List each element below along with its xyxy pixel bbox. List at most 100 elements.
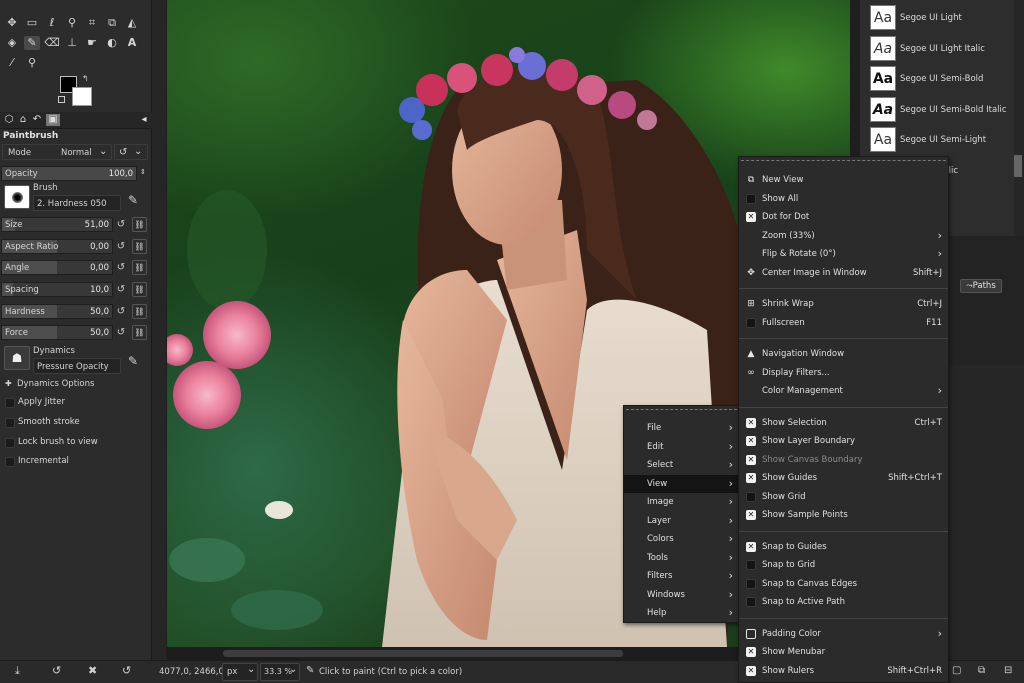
menu-item-fullscreen[interactable]: Fullscreen F11 (739, 314, 948, 332)
menu-item-show-sample-points[interactable]: ✕ Show Sample Points (739, 506, 948, 524)
menu-item-show-rulers[interactable]: ✕ Show Rulers Shift+Ctrl+R (739, 662, 948, 680)
unit-select[interactable]: px ⌄ (222, 663, 258, 681)
fonts-scroll-thumb[interactable] (1014, 155, 1022, 177)
menu-item-snap-to-grid[interactable]: Snap to Grid (739, 556, 948, 574)
smudge-tool-icon[interactable]: ☛ (84, 36, 100, 50)
menu-item-filters[interactable]: Filters › (624, 567, 739, 585)
menu-item-snap-to-active-path[interactable]: Snap to Active Path (739, 593, 948, 611)
menu-item-file[interactable]: File › (624, 419, 739, 437)
color-picker-tool-icon[interactable]: ⁄ (4, 56, 20, 70)
menu-item-flip-rotate-0[interactable]: Flip & Rotate (0°) › (739, 245, 948, 263)
reset-icon[interactable]: ↺ (115, 218, 127, 232)
menu-item-show-menubar[interactable]: ✕ Show Menubar (739, 643, 948, 661)
reset-options-icon[interactable]: ↺ (122, 664, 131, 677)
dynamics-options-expander[interactable]: Dynamics Options (17, 379, 94, 389)
menu-item-show-layer-boundary[interactable]: ✕ Show Layer Boundary (739, 432, 948, 450)
text-tool-icon[interactable]: A (124, 36, 140, 50)
menu-item-show-all[interactable]: Show All (739, 190, 948, 208)
menu-item-layer[interactable]: Layer › (624, 512, 739, 530)
dynamics-name-field[interactable]: Pressure Opacity (33, 358, 121, 374)
checkbox[interactable] (5, 438, 15, 448)
expand-icon[interactable]: ✚ (5, 379, 12, 388)
menu-item-new-view[interactable]: ⧉ New View (739, 171, 948, 189)
menu-item-zoom-33[interactable]: Zoom (33%) › (739, 227, 948, 245)
warp-tool-icon[interactable]: ◭ (124, 16, 140, 30)
dock-menu-icon[interactable]: ◂ (138, 114, 150, 126)
duplicate-icon[interactable]: ⧉ (978, 665, 985, 676)
zoom-select[interactable]: 33.3 % ⌄ (260, 663, 300, 681)
menu-item-help[interactable]: Help › (624, 604, 739, 622)
menu-item-windows[interactable]: Windows › (624, 586, 739, 604)
link-icon[interactable]: ⛓ (132, 239, 147, 254)
fuzzy-select-tool-icon[interactable]: ⚲ (64, 16, 80, 30)
link-icon[interactable]: ⛓ (132, 217, 147, 232)
slider-size[interactable]: Size 51,00 (1, 217, 113, 232)
zoom-tool-icon[interactable]: ⚲ (24, 56, 40, 70)
transform-tool-icon[interactable]: ⧉ (104, 16, 120, 30)
clone-tool-icon[interactable]: ⊥ (64, 36, 80, 50)
lasso-tool-icon[interactable]: ℓ (44, 16, 60, 30)
slider-hardness[interactable]: Hardness 50,0 (1, 304, 113, 319)
new-layer-icon[interactable]: ▢ (952, 665, 961, 676)
checkbox[interactable] (5, 418, 15, 428)
link-icon[interactable]: ⛓ (132, 260, 147, 275)
checkbox[interactable] (5, 457, 15, 467)
restore-preset-icon[interactable]: ↺ (52, 664, 61, 677)
tab-paths[interactable]: ⤳Paths (960, 279, 1002, 293)
brush-preview[interactable] (4, 185, 30, 209)
menu-item-view[interactable]: View › (624, 474, 739, 493)
reset-colors-icon[interactable] (58, 96, 65, 103)
menu-item-tools[interactable]: Tools › (624, 549, 739, 567)
horizontal-scroll-thumb[interactable] (223, 650, 623, 657)
brush-name-field[interactable]: 2. Hardness 050 (33, 195, 121, 211)
opacity-slider[interactable]: Opacity 100,0 (1, 166, 137, 181)
move-tool-icon[interactable]: ✥ (4, 16, 20, 30)
slider-force[interactable]: Force 50,0 (1, 325, 113, 340)
menu-item-show-selection[interactable]: ✕ Show Selection Ctrl+T (739, 414, 948, 432)
tear-off-line[interactable] (626, 409, 737, 410)
reset-icon[interactable]: ↺ (115, 261, 127, 275)
dodge-burn-tool-icon[interactable]: ◐ (104, 36, 120, 50)
menu-item-display-filters[interactable]: ∞ Display Filters... (739, 364, 948, 382)
menu-item-color-management[interactable]: Color Management › (739, 382, 948, 400)
fonts-scrollbar[interactable] (1014, 0, 1024, 236)
font-list-item[interactable]: Aa Segoe UI Light Italic (870, 34, 1020, 63)
reset-icon[interactable]: ↺ (115, 283, 127, 297)
menu-item-edit[interactable]: Edit › (624, 438, 739, 456)
swap-colors-icon[interactable]: ↰ (82, 74, 89, 83)
rect-select-tool-icon[interactable]: ▭ (24, 16, 40, 30)
undo-history-tab-icon[interactable]: ↶ (31, 114, 43, 126)
font-list-item[interactable]: Aa Segoe UI Semi-Bold (870, 64, 1020, 93)
images-tab-icon[interactable]: ▣ (46, 114, 60, 126)
menu-item-snap-to-guides[interactable]: ✕ Snap to Guides (739, 538, 948, 556)
menu-item-snap-to-canvas-edges[interactable]: Snap to Canvas Edges (739, 575, 948, 593)
font-list-item[interactable]: Aa Segoe UI Light (870, 3, 1020, 32)
checkbox[interactable] (5, 398, 15, 408)
menu-item-show-guides[interactable]: ✕ Show Guides Shift+Ctrl+T (739, 469, 948, 487)
background-color-swatch[interactable] (72, 87, 92, 106)
menu-item-padding-color[interactable]: Padding Color › (739, 625, 948, 643)
tear-off-line[interactable] (741, 160, 946, 161)
paintbrush-tool-icon[interactable]: ✎ (24, 36, 40, 50)
menu-item-shrink-wrap[interactable]: ⊞ Shrink Wrap Ctrl+J (739, 295, 948, 313)
device-status-tab-icon[interactable]: ⌂ (17, 114, 29, 126)
link-icon[interactable]: ⛓ (132, 325, 147, 340)
link-icon[interactable]: ⛓ (132, 282, 147, 297)
crop-tool-icon[interactable]: ⌗ (84, 16, 100, 30)
reset-icon[interactable]: ↺ (115, 240, 127, 254)
spin-arrows-icon[interactable]: ⇕ (140, 168, 146, 176)
edit-dynamics-icon[interactable]: ✎ (128, 354, 138, 368)
menu-item-dot-for-dot[interactable]: ✕ Dot for Dot (739, 208, 948, 226)
mode-select[interactable]: Mode Normal ⌄ (2, 144, 112, 160)
edit-brush-icon[interactable]: ✎ (128, 193, 138, 207)
dynamics-preview-icon[interactable]: ☗ (4, 346, 30, 370)
menu-item-image[interactable]: Image › (624, 493, 739, 511)
reset-mode-button[interactable]: ↺ ⌄ (114, 144, 148, 160)
menu-item-select[interactable]: Select › (624, 456, 739, 474)
toolbox-scrollbar[interactable] (152, 0, 166, 660)
delete-icon[interactable]: ⊟ (1004, 665, 1012, 676)
tool-options-tab-icon[interactable]: ⬡ (3, 114, 15, 126)
save-preset-icon[interactable]: ⤓ (15, 664, 20, 678)
bucket-fill-tool-icon[interactable]: ◈ (4, 36, 20, 50)
delete-preset-icon[interactable]: ✖ (88, 664, 97, 677)
